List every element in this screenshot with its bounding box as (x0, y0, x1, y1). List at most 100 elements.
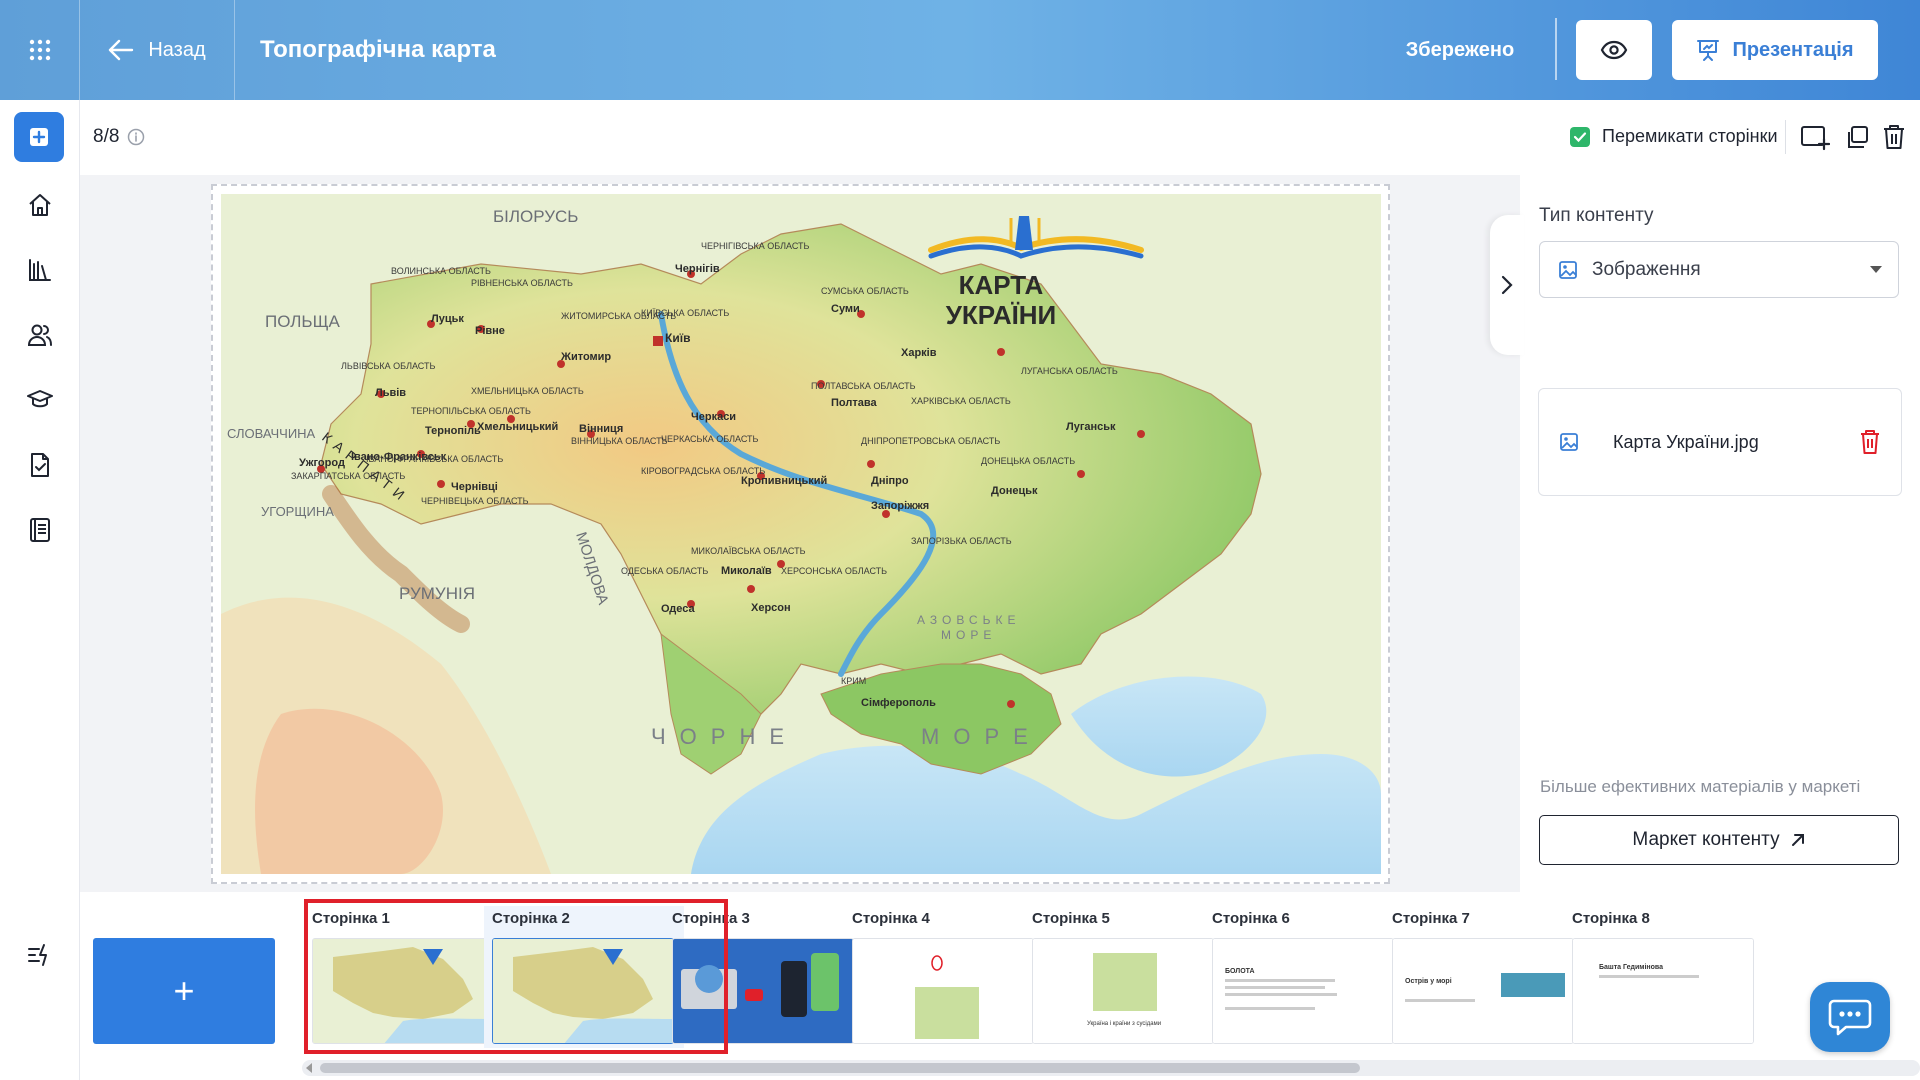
sidebar-add-button[interactable] (14, 112, 64, 162)
oblast-kirovohrad: КІРОВОГРАДСЬКА ОБЛАСТЬ (641, 466, 765, 476)
oblast-luhansk: ЛУГАНСЬКА ОБЛАСТЬ (1021, 366, 1118, 376)
graduation-cap-icon (27, 390, 53, 408)
label-poland: ПОЛЬЩА (265, 312, 341, 331)
right-panel: Тип контенту Зображення Карта України.jp… (1490, 175, 1920, 892)
label-rivne: Рівне (475, 325, 505, 337)
oblast-vinnytsia: ВІННИЦЬКА ОБЛАСТЬ (571, 436, 668, 446)
sidebar-item-home[interactable] (20, 185, 60, 225)
kyiv-marker (653, 336, 663, 346)
notebook-icon (30, 518, 50, 542)
oblast-ternopil: ТЕРНОПІЛЬСЬКА ОБЛАСТЬ (411, 406, 531, 416)
back-button[interactable]: Назад (80, 0, 235, 100)
apps-grid-button[interactable] (0, 0, 80, 100)
add-page-button[interactable] (1798, 120, 1832, 154)
sidebar-item-tests[interactable] (20, 445, 60, 485)
label-black-sea-2: МОРЕ (921, 724, 1042, 749)
switch-pages-toggle[interactable]: Перемикати сторінки (1570, 126, 1778, 147)
page-card-label: Сторінка 8 (1572, 910, 1650, 927)
oblast-lviv: ЛЬВІВСЬКА ОБЛАСТЬ (341, 361, 435, 371)
page-card-5[interactable]: Сторінка 5 Україна і країни з сусідами (1024, 906, 1224, 1048)
oblast-crimea: КРИМ (841, 676, 866, 686)
map-image[interactable]: БІЛОРУСЬ ПОЛЬЩА СЛОВАЧЧИНА УГОРЩИНА РУМУ… (221, 194, 1381, 874)
oblast-khmelnytskyi: ХМЕЛЬНИЦЬКА ОБЛАСТЬ (471, 386, 584, 396)
add-page-tile[interactable]: + (93, 938, 275, 1044)
sidebar-item-library[interactable] (20, 250, 60, 290)
label-kharkiv: Харків (901, 347, 937, 359)
page-thumbnail: Острів у морі (1392, 938, 1574, 1044)
label-chernivtsi: Чернівці (451, 481, 498, 493)
presentation-button[interactable]: Презентація (1672, 20, 1878, 80)
label-poltava: Полтава (831, 397, 877, 409)
page-card-label: Сторінка 4 (852, 910, 930, 927)
preview-button[interactable] (1576, 20, 1652, 80)
label-zhytomyr: Житомир (560, 351, 611, 363)
canvas-area: БІЛОРУСЬ ПОЛЬЩА СЛОВАЧЧИНА УГОРЩИНА РУМУ… (80, 175, 1520, 892)
chevron-down-icon (1870, 266, 1882, 273)
header-divider (1555, 18, 1557, 80)
label-kherson: Херсон (751, 602, 791, 614)
label-ternopil: Тернопіль (425, 425, 481, 437)
content-type-label: Тип контенту (1539, 205, 1654, 226)
sidebar-item-users[interactable] (20, 315, 60, 355)
pages-strip: + Сторінка 1 Сторінка 2 Сторінка 3 Сторі… (80, 892, 1920, 1080)
label-belarus: БІЛОРУСЬ (493, 207, 578, 226)
label-azov-1: АЗОВСЬКЕ (917, 613, 1020, 627)
delete-page-button[interactable] (1877, 120, 1911, 154)
sidebar-item-courses[interactable] (20, 380, 60, 420)
page-card-4[interactable]: Сторінка 4 (844, 906, 1044, 1048)
label-black-sea-1: ЧОРНЕ (651, 724, 798, 749)
app-root: Назад Топографічна карта Збережено Презе… (0, 0, 1920, 1080)
switch-pages-checkbox[interactable] (1570, 126, 1590, 147)
arrow-left-icon (109, 39, 134, 61)
sidebar-item-journal[interactable] (20, 510, 60, 550)
page-thumbnail (852, 938, 1034, 1044)
sidebar-item-feed[interactable] (20, 935, 60, 975)
content-market-button[interactable]: Маркет контенту (1539, 815, 1899, 865)
map-title-line1: КАРТА (959, 270, 1044, 300)
back-label: Назад (148, 38, 206, 61)
label-odesa: Одеса (661, 603, 695, 615)
page-thumbnail: БОЛОТА (1212, 938, 1394, 1044)
content-market-label: Маркет контенту (1632, 829, 1780, 850)
page-card-label: Сторінка 7 (1392, 910, 1470, 927)
users-icon (27, 324, 52, 346)
pages-scrollbar[interactable] (302, 1060, 1920, 1076)
switch-pages-label: Перемикати сторінки (1602, 126, 1778, 146)
oblast-ivano-frankivsk: ІВАНО-ФРАНКІВСЬКА ОБЛАСТЬ (366, 454, 503, 464)
info-icon[interactable] (127, 128, 145, 146)
trash-icon (1884, 125, 1904, 149)
oblast-zakarpattia: ЗАКАРПАТСЬКА ОБЛАСТЬ (291, 471, 405, 481)
oblast-chernivtsi: ЧЕРНІВЕЦЬКА ОБЛАСТЬ (421, 496, 529, 506)
market-note: Більше ефективних матеріалів у маркеті (1540, 777, 1861, 796)
header: Назад Топографічна карта Збережено Презе… (0, 0, 1920, 100)
thumb-heading: БОЛОТА (1225, 968, 1255, 975)
oblast-kyiv: КИЇВСЬКА ОБЛАСТЬ (641, 308, 729, 318)
page-card-7[interactable]: Сторінка 7 Острів у морі (1384, 906, 1584, 1048)
page-card-6[interactable]: Сторінка 6 БОЛОТА (1204, 906, 1404, 1048)
document-title[interactable]: Топографічна карта (260, 0, 496, 100)
label-lviv: Львів (375, 387, 406, 399)
duplicate-page-button[interactable] (1840, 120, 1874, 154)
label-khmelnytskyi: Хмельницький (477, 421, 558, 433)
label-zaporizhzhia: Запоріжжя (871, 500, 929, 512)
content-type-select[interactable]: Зображення (1539, 241, 1899, 298)
page-card-8[interactable]: Сторінка 8 Башта Гедимінова (1564, 906, 1764, 1048)
label-vinnytsia: Вінниця (579, 423, 623, 435)
external-arrow-icon (1791, 834, 1804, 846)
oblast-kharkiv: ХАРКІВСЬКА ОБЛАСТЬ (911, 396, 1011, 406)
oblast-mykolaiv: МИКОЛАЇВСЬКА ОБЛАСТЬ (691, 546, 806, 556)
label-sumy: Суми (831, 303, 860, 315)
scroll-left-icon[interactable] (306, 1063, 312, 1073)
page-counter: 8/8 (93, 126, 145, 148)
slide-frame[interactable]: БІЛОРУСЬ ПОЛЬЩА СЛОВАЧЧИНА УГОРЩИНА РУМУ… (211, 184, 1390, 884)
label-hungary: УГОРЩИНА (261, 504, 334, 519)
thumb-caption: Україна і країни з сусідами (1087, 1021, 1161, 1027)
presentation-label: Презентація (1732, 38, 1854, 61)
chevron-right-icon (1501, 275, 1513, 295)
delete-file-icon[interactable] (1859, 429, 1881, 455)
scrollbar-thumb[interactable] (320, 1063, 1360, 1073)
collapse-panel-button[interactable] (1490, 215, 1524, 355)
oblast-kherson: ХЕРСОНСЬКА ОБЛАСТЬ (781, 566, 887, 576)
chat-button[interactable] (1810, 982, 1890, 1052)
attached-file: Карта України.jpg (1538, 388, 1902, 496)
